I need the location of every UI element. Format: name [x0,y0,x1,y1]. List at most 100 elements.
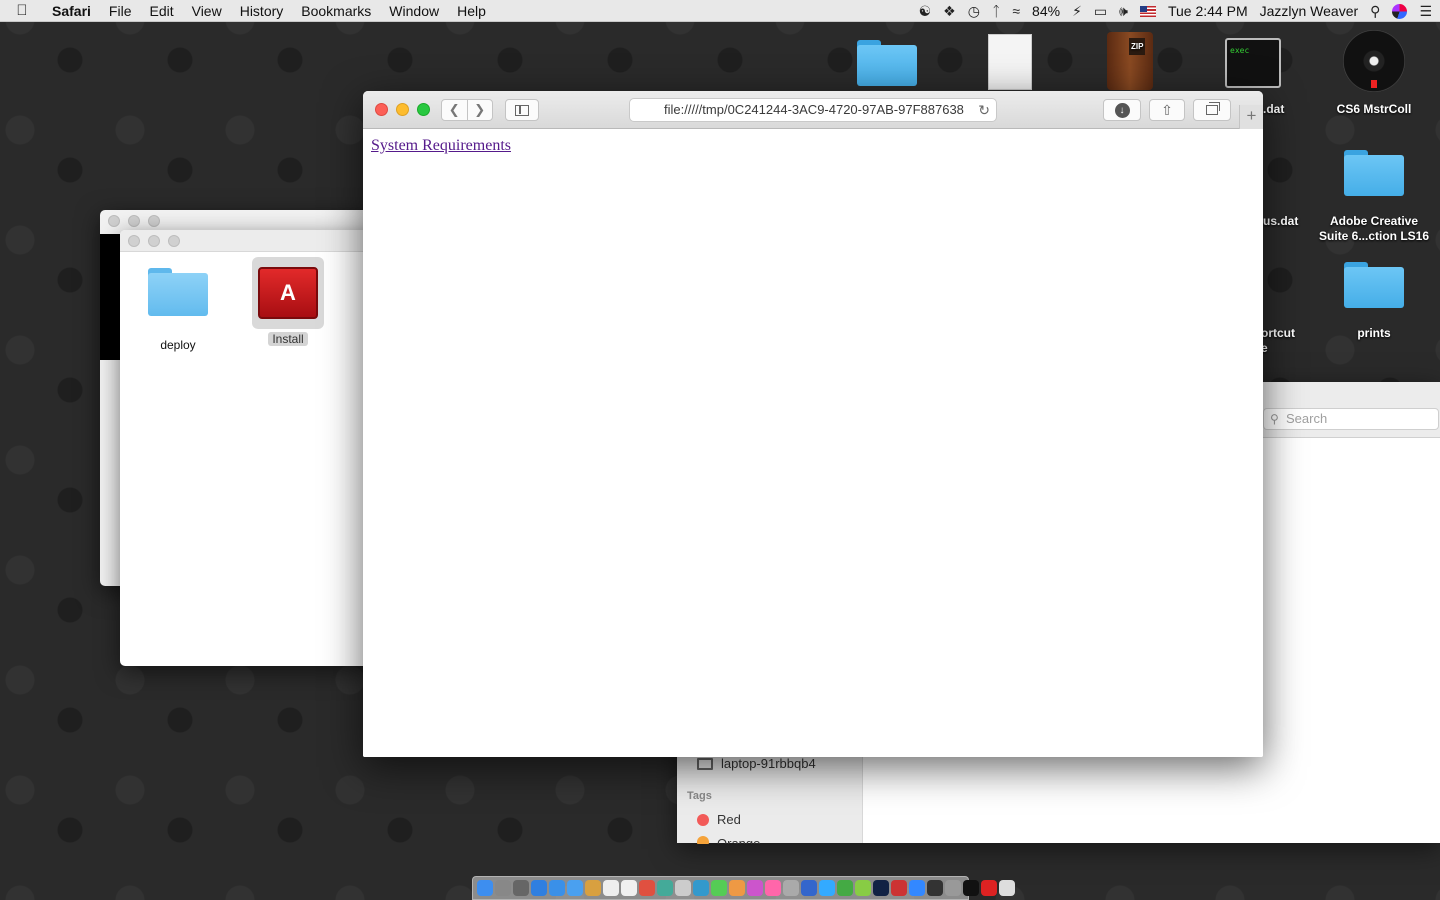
dock-app-icon[interactable] [855,880,871,896]
zoom-button[interactable] [417,103,430,116]
desktop-cs6-disc[interactable]: CS6 MstrColl [1324,30,1424,117]
reload-icon[interactable]: ↻ [978,99,990,121]
notification-center-icon[interactable]: ☰ [1419,0,1432,22]
dock-app-icon[interactable] [891,880,907,896]
dock-app-icon[interactable] [909,880,925,896]
minimize-button[interactable] [148,235,160,247]
dock-app-icon[interactable] [549,880,565,896]
sidebar-tag-red[interactable]: Red [697,812,741,827]
apple-menu-icon[interactable]:  [0,2,44,19]
menu-edit[interactable]: Edit [140,0,182,22]
close-button[interactable] [375,103,388,116]
menu-user[interactable]: Jazzlyn Weaver [1260,3,1359,19]
menu-bookmarks[interactable]: Bookmarks [292,0,380,22]
dock-app-icon[interactable] [837,880,853,896]
desktop-label-shortcut[interactable]: ortcut e [1261,326,1307,356]
dock-app-icon[interactable] [693,880,709,896]
battery-percent[interactable]: 84% [1032,3,1060,19]
input-source-flag-icon[interactable] [1139,5,1156,17]
desktop-exec-file[interactable]: exec [1203,38,1303,88]
dock-app-icon[interactable] [765,880,781,896]
dock-app-icon[interactable] [567,880,583,896]
close-button[interactable] [108,215,120,227]
menu-clock[interactable]: Tue 2:44 PM [1168,3,1248,19]
finder-item-install[interactable]: A Install [243,257,333,346]
finder-titlebar[interactable] [120,230,380,252]
new-tab-button[interactable]: + [1239,105,1263,129]
spotlight-search-icon[interactable]: ⚲ [1370,0,1380,22]
dock-app-icon[interactable] [585,880,601,896]
menu-history[interactable]: History [231,0,293,22]
desktop-prints-folder[interactable]: prints [1324,262,1424,341]
desktop-zip-archive[interactable] [1080,32,1180,90]
safari-window[interactable]: ❮ ❯ file://///tmp/0C241244-3AC9-4720-97A… [363,91,1263,757]
search-input[interactable]: ⚲ Search [1263,408,1439,430]
desktop-label-adobe: Adobe Creative Suite 6...ction LS16 [1318,214,1430,243]
volume-icon[interactable]: 🕪 [1119,0,1128,22]
dock-app-icon[interactable] [531,880,547,896]
desktop-label-usdat[interactable]: us.dat [1263,214,1303,229]
dock-app-icon[interactable] [999,880,1015,896]
sidebar-item-device[interactable]: laptop-91rbbqb4 [697,756,816,771]
sidebar-toggle-button[interactable] [505,99,539,121]
creative-cloud-icon[interactable]: ☯ [919,0,932,22]
dock-app-icon[interactable] [639,880,655,896]
sidebar-heading-tags: Tags [687,790,712,802]
downloads-button[interactable]: ↓ [1103,99,1141,121]
dock-app-icon[interactable] [621,880,637,896]
dock-app-icon[interactable] [711,880,727,896]
airplay-icon[interactable]: ▭ [1094,0,1107,22]
zoom-button[interactable] [168,235,180,247]
desktop-adobe-folder[interactable]: Adobe Creative Suite 6...ction LS16 [1317,150,1431,244]
desktop-label-prints: prints [1357,326,1391,340]
dock-app-icon[interactable] [801,880,817,896]
menu-help[interactable]: Help [448,0,495,22]
menu-window[interactable]: Window [380,0,448,22]
dock-app-icon[interactable] [927,880,943,896]
siri-icon[interactable] [1392,3,1408,19]
battery-charging-icon[interactable]: ⚡ [1072,0,1082,22]
terminal-exec-icon: exec [1225,38,1281,88]
dock-app-icon[interactable] [963,880,979,896]
dock-app-icon[interactable] [603,880,619,896]
dock-app-icon[interactable] [513,880,529,896]
desktop-label-dat[interactable]: .dat [1263,102,1303,117]
dock-app-icon[interactable] [657,880,673,896]
menu-view[interactable]: View [183,0,231,22]
zip-archive-icon [1107,32,1153,90]
sidebar-tag-orange[interactable]: Orange [697,836,760,844]
dock-app-icon[interactable] [873,880,889,896]
desktop-folder-top[interactable] [837,40,937,86]
time-machine-icon[interactable]: ◷ [968,0,980,22]
show-all-tabs-button[interactable] [1193,99,1231,121]
dock-app-icon[interactable] [675,880,691,896]
dock-app-icon[interactable] [783,880,799,896]
window-controls-inactive[interactable] [108,215,160,227]
address-bar[interactable]: file://///tmp/0C241244-3AC9-4720-97AB-97… [629,98,997,122]
zoom-button[interactable] [148,215,160,227]
dropbox-icon[interactable]: ❖ [943,0,956,22]
minimize-button[interactable] [128,215,140,227]
wifi-icon[interactable]: ≈ [1012,0,1020,22]
dock-app-icon[interactable] [819,880,835,896]
menu-bar:  Safari File Edit View History Bookmark… [0,0,1440,22]
finder-window-install[interactable]: deploy A Install [120,230,380,666]
back-chevron-icon[interactable]: ❮ [442,100,468,120]
dock-app-icon[interactable] [747,880,763,896]
finder-item-deploy[interactable]: deploy [133,268,223,352]
window-controls-inactive[interactable] [128,235,180,247]
system-requirements-link[interactable]: System Requirements [371,137,511,155]
menu-app-safari[interactable]: Safari [44,0,100,22]
share-button[interactable]: ⇧ [1149,99,1185,121]
dock-app-icon[interactable] [729,880,745,896]
minimize-button[interactable] [396,103,409,116]
desktop-document[interactable] [960,34,1060,90]
menu-file[interactable]: File [100,0,141,22]
bluetooth-icon[interactable]: ᛏ [992,0,1000,22]
dock-app-icon[interactable] [495,880,511,896]
dock-app-icon[interactable] [981,880,997,896]
dock-app-icon[interactable] [477,880,493,896]
forward-chevron-icon[interactable]: ❯ [468,100,493,120]
dock-app-icon[interactable] [945,880,961,896]
close-button[interactable] [128,235,140,247]
